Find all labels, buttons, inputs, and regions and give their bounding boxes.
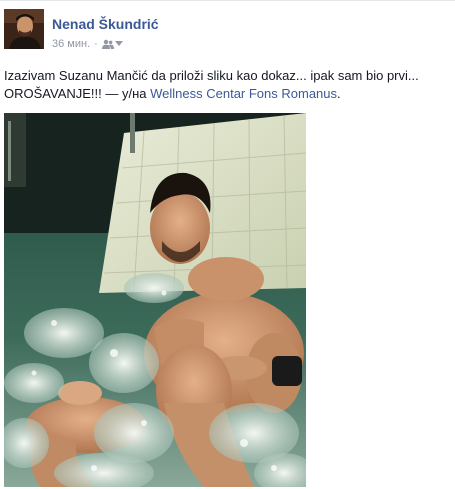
meta-separator: · <box>94 38 98 50</box>
author-name-link[interactable]: Nenad Škundrić <box>52 16 159 32</box>
post-meta: 36 мин. · <box>52 38 123 50</box>
post-photo[interactable] <box>4 113 306 487</box>
feed-post: Nenad Škundrić 36 мин. · Izazivam Suzanu… <box>0 0 455 489</box>
location-suffix: . <box>337 86 341 101</box>
avatar-image <box>4 9 44 49</box>
location-prefix: — у/на <box>101 86 151 101</box>
friends-icon <box>101 39 114 49</box>
location-link[interactable]: Wellness Centar Fons Romanus <box>150 86 337 101</box>
audience-selector[interactable] <box>101 39 123 49</box>
chevron-down-icon <box>114 41 123 46</box>
post-timestamp[interactable]: 36 мин. <box>52 38 90 50</box>
jacuzzi-photo-image <box>4 113 306 487</box>
author-avatar[interactable] <box>4 9 44 49</box>
post-body-text: Izazivam Suzanu Mančić da priloži sliku … <box>4 67 452 103</box>
post-header: Nenad Škundrić 36 мин. · <box>4 9 444 57</box>
